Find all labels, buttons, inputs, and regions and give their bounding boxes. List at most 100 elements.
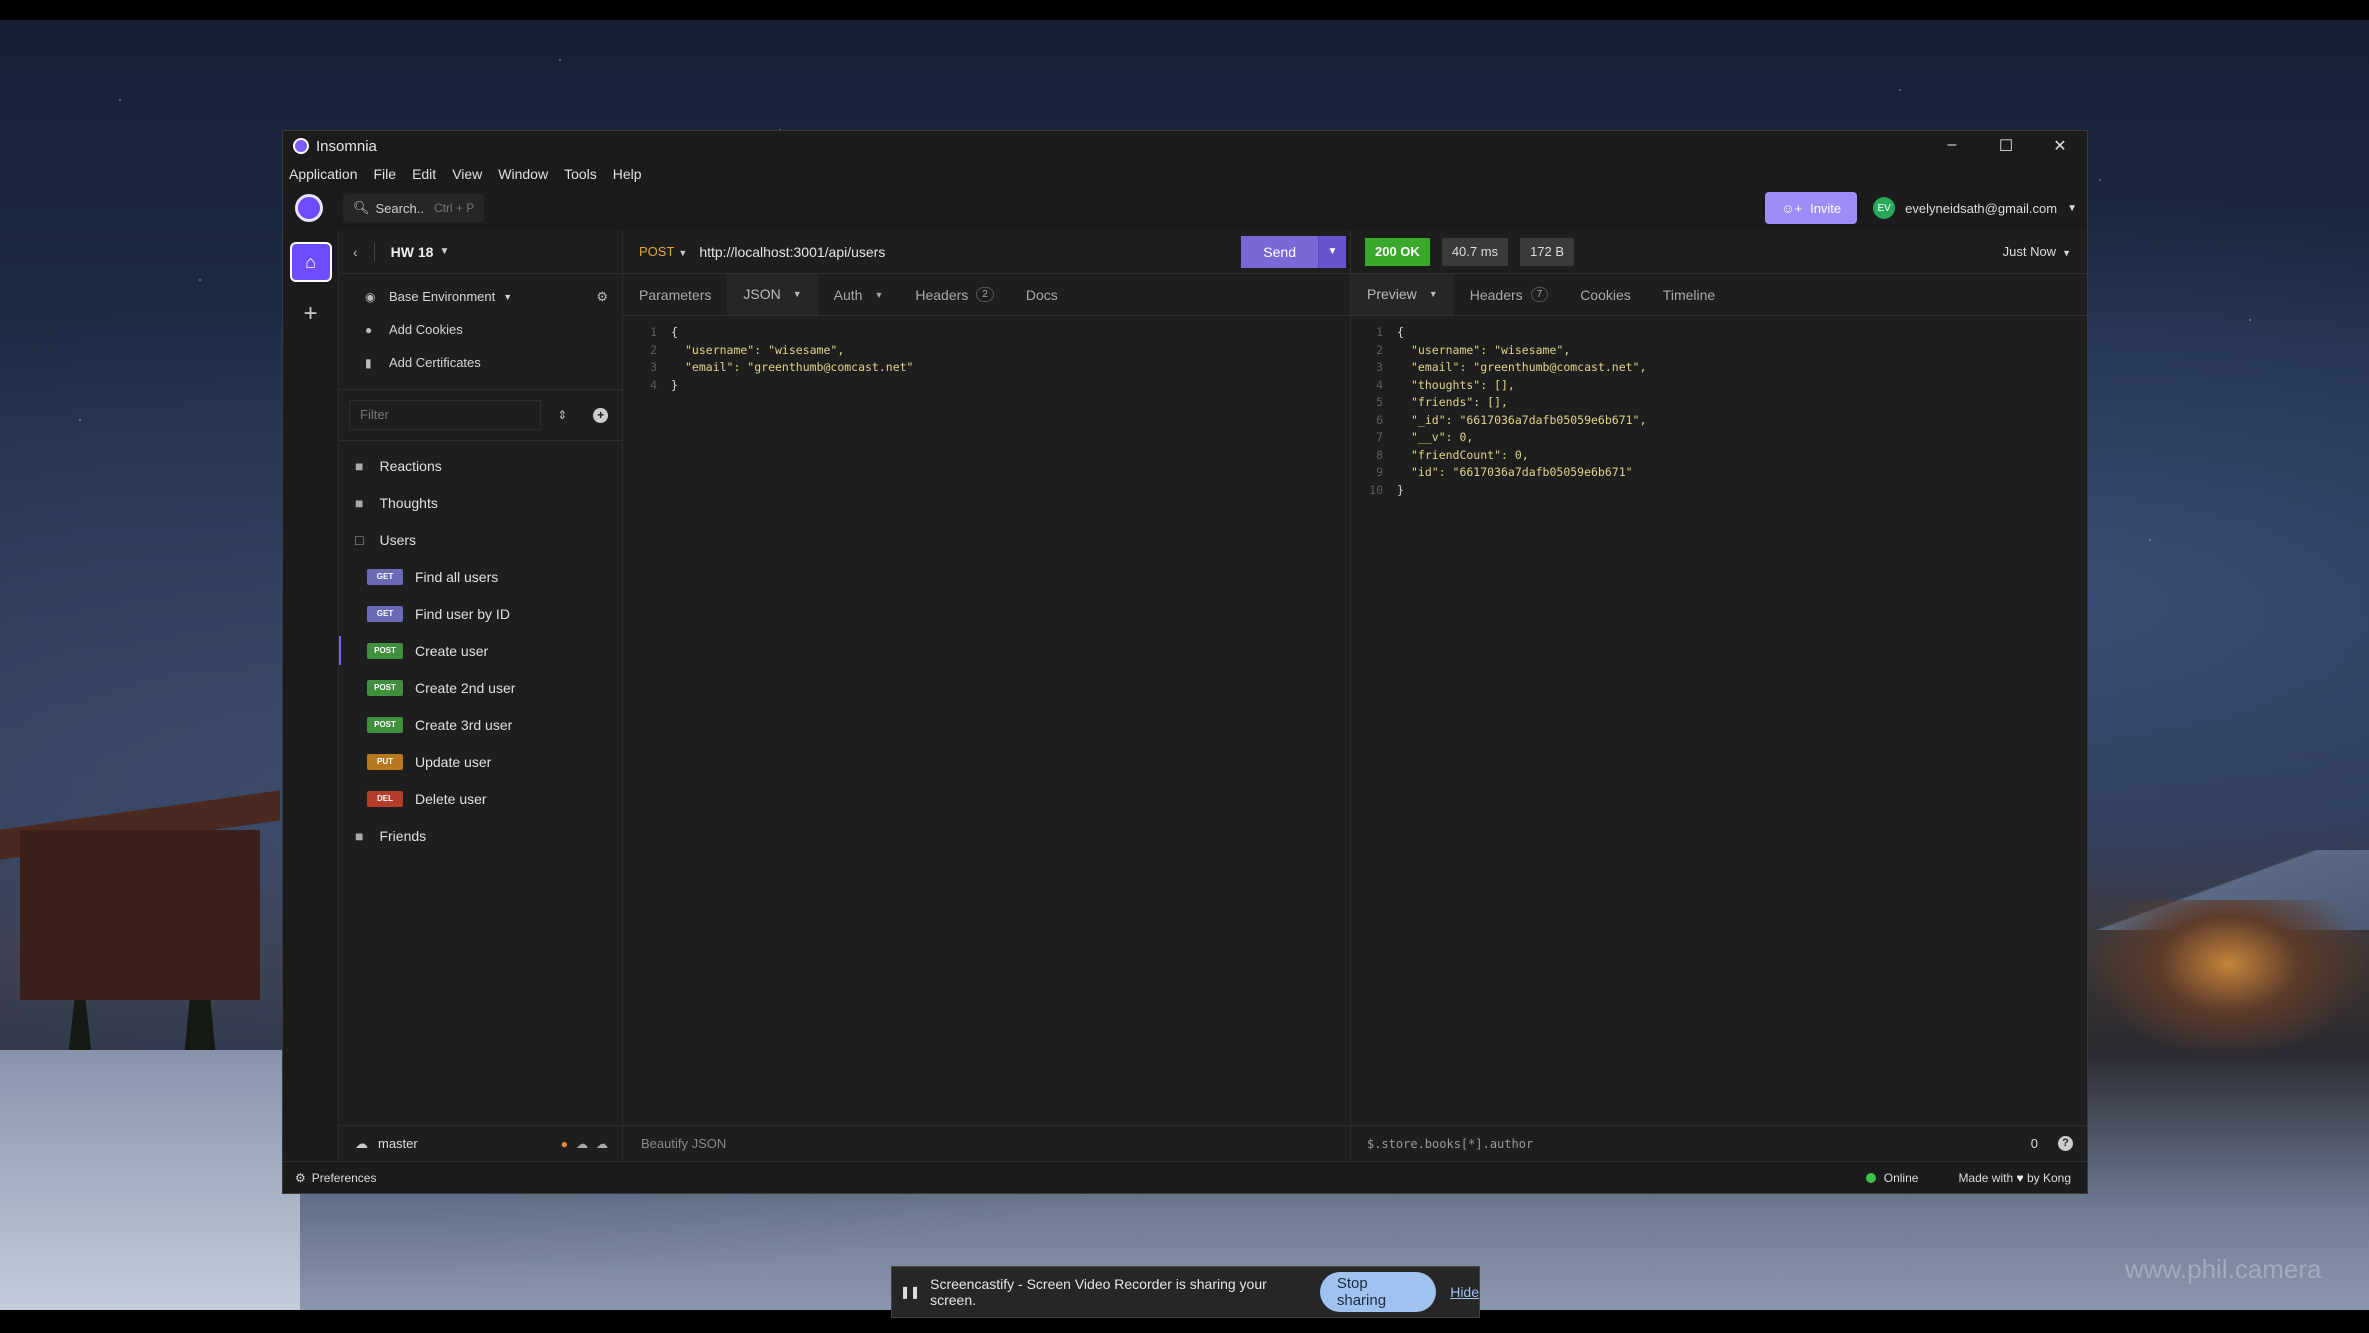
sidebar: ‹ HW 18 ▼ ◉ Base Environment ▼ ⚙ ● Add C…	[339, 230, 623, 1161]
search-button[interactable]: 🔍︎ Search.. Ctrl + P	[343, 194, 485, 222]
menu-application[interactable]: Application	[289, 166, 358, 182]
method-badge: PUT	[367, 753, 403, 770]
folder-label: Reactions	[379, 457, 442, 474]
tab-auth[interactable]: Auth ▼	[818, 274, 900, 315]
watermark: www.phil.camera	[2125, 1254, 2322, 1284]
add-request-icon[interactable]: +	[593, 407, 608, 423]
environment-selector[interactable]: ◉ Base Environment ▼ ⚙	[339, 280, 622, 313]
request-item[interactable]: GET Find all users	[339, 558, 622, 595]
home-button[interactable]: ⌂	[289, 242, 332, 282]
folder-reactions[interactable]: ■ Reactions	[339, 447, 622, 484]
response-size: 172 B	[1520, 237, 1575, 266]
filter-input[interactable]: Filter	[349, 400, 542, 430]
code-line: 7 "__v": 0,	[1376, 430, 1474, 444]
beautify-button[interactable]: Beautify JSON	[623, 1125, 1350, 1161]
url-input[interactable]: http://localhost:3001/api/users	[699, 244, 885, 260]
search-label: Search..	[375, 200, 424, 216]
branch-name[interactable]: master	[378, 1136, 418, 1151]
code-line: 1{	[650, 325, 678, 339]
screenshare-message: Screencastify - Screen Video Recorder is…	[930, 1276, 1267, 1308]
cloud-download-icon[interactable]: ☁	[596, 1137, 608, 1151]
warning-icon[interactable]: ●	[561, 1137, 568, 1151]
send-button[interactable]: Send	[1241, 235, 1318, 268]
response-body-viewer[interactable]: 1{ 2 "username": "wisesame", 3 "email": "g…	[1351, 316, 2087, 499]
main-area: ⌂ + ‹ HW 18 ▼ ◉ Base Environment ▼ ⚙ ● A…	[283, 230, 2087, 1161]
tab-preview[interactable]: Preview ▼	[1351, 274, 1454, 315]
request-item[interactable]: POST Create 3rd user	[339, 706, 622, 743]
online-status: Online	[1865, 1171, 1918, 1185]
tab-timeline[interactable]: Timeline	[1647, 274, 1731, 315]
back-icon[interactable]: ‹	[353, 244, 358, 260]
sort-icon[interactable]: ⇕	[557, 408, 567, 422]
user-email: evelyneidsath@gmail.com	[1905, 200, 2058, 216]
add-certificates-button[interactable]: ▮ Add Certificates	[339, 346, 622, 379]
menu-tools[interactable]: Tools	[564, 166, 597, 182]
menu-file[interactable]: File	[374, 166, 397, 182]
hide-link[interactable]: Hide	[1450, 1284, 1479, 1300]
git-branch-bar: ☁ master ● ☁ ☁	[339, 1125, 622, 1161]
request-label: Create 3rd user	[415, 716, 513, 733]
menu-window[interactable]: Window	[498, 166, 548, 182]
response-filter-input[interactable]: $.store.books[*].author	[1367, 1137, 1533, 1151]
folder-users[interactable]: □ Users	[339, 521, 622, 558]
request-item[interactable]: DEL Delete user	[339, 780, 622, 817]
add-user-icon: ☺+	[1781, 200, 1803, 216]
request-item[interactable]: PUT Update user	[339, 743, 622, 780]
made-with-kong[interactable]: Made with ♥ by Kong	[1958, 1171, 2071, 1185]
history-dropdown[interactable]: Just Now ▼	[2003, 244, 2071, 259]
pause-icon: ❚❚	[900, 1285, 921, 1299]
add-workspace-button[interactable]: +	[303, 300, 317, 328]
window-controls: – ☐ ✕	[1925, 136, 2087, 156]
cloud-upload-icon[interactable]: ☁	[576, 1137, 588, 1151]
chevron-down-icon: ▼	[2067, 202, 2077, 214]
code-line: 4 "thoughts": [],	[1376, 377, 1515, 392]
status-bar: ⚙ Preferences Online Made with ♥ by Kong	[283, 1161, 2087, 1193]
code-line: 9 "id": "6617036a7dafb05059e6b671"	[1376, 465, 1633, 479]
chevron-down-icon[interactable]: ▼	[439, 246, 449, 257]
headers-count: 7	[1530, 287, 1549, 302]
project-name[interactable]: HW 18	[391, 244, 434, 260]
request-label: Create user	[415, 642, 489, 659]
minimize-button[interactable]: –	[1925, 136, 1979, 156]
help-icon[interactable]: ?	[2058, 1136, 2073, 1151]
tab-docs[interactable]: Docs	[1010, 274, 1074, 315]
tab-parameters[interactable]: Parameters	[623, 274, 727, 315]
user-menu[interactable]: EV evelyneidsath@gmail.com ▼	[1873, 197, 2077, 219]
close-button[interactable]: ✕	[2033, 136, 2087, 156]
folder-icon: ■	[355, 457, 364, 474]
cloud-icon: ☁	[355, 1135, 368, 1151]
method-badge: GET	[367, 568, 403, 585]
search-shortcut: Ctrl + P	[433, 201, 475, 215]
menu-bar: Application File Edit View Window Tools …	[283, 161, 2087, 186]
menu-view[interactable]: View	[452, 166, 482, 182]
request-tabs: Parameters JSON ▼ Auth ▼ Headers 2 Docs	[623, 274, 1350, 316]
invite-button[interactable]: ☺+ Invite	[1765, 192, 1858, 224]
app-logo-icon[interactable]	[295, 194, 323, 222]
add-certificates-label: Add Certificates	[389, 355, 481, 370]
request-item[interactable]: POST Create 2nd user	[339, 669, 622, 706]
folder-label: Friends	[379, 827, 427, 844]
folder-friends[interactable]: ■ Friends	[339, 817, 622, 854]
send-options-button[interactable]: ▼	[1318, 235, 1346, 268]
add-cookies-button[interactable]: ● Add Cookies	[339, 313, 622, 346]
tab-response-headers[interactable]: Headers 7	[1454, 274, 1564, 315]
request-item-active[interactable]: POST Create user	[339, 632, 622, 669]
stop-sharing-button[interactable]: Stop sharing	[1319, 1272, 1437, 1312]
request-label: Create 2nd user	[415, 679, 516, 696]
tab-body[interactable]: JSON ▼	[727, 274, 818, 315]
status-badge: 200 OK	[1365, 237, 1430, 266]
request-body-editor[interactable]: 1{ 2 "username": "wisesame", 3 "email": "g…	[623, 316, 1350, 394]
heart-icon: ♥	[2016, 1170, 2024, 1185]
request-label: Delete user	[415, 790, 487, 807]
gear-icon[interactable]: ⚙	[295, 1171, 306, 1185]
folder-thoughts[interactable]: ■ Thoughts	[339, 484, 622, 521]
method-selector[interactable]: POST ▼	[639, 244, 687, 259]
tab-headers[interactable]: Headers 2	[899, 274, 1009, 315]
request-item[interactable]: GET Find user by ID	[339, 595, 622, 632]
menu-edit[interactable]: Edit	[412, 166, 436, 182]
tab-cookies[interactable]: Cookies	[1564, 274, 1647, 315]
preferences-link[interactable]: Preferences	[312, 1171, 377, 1185]
gear-icon[interactable]: ⚙	[596, 289, 608, 305]
menu-help[interactable]: Help	[613, 166, 642, 182]
maximize-button[interactable]: ☐	[1979, 136, 2033, 156]
